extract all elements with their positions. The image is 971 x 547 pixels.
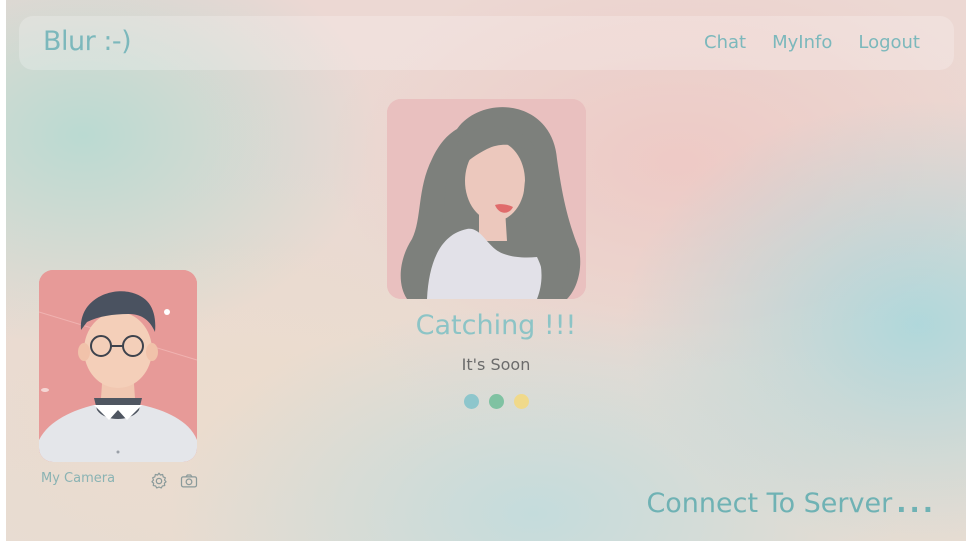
my-camera-label: My Camera <box>41 471 116 486</box>
nav-chat-link[interactable]: Chat <box>704 32 746 53</box>
match-status-title: Catching !!! <box>415 310 577 341</box>
gear-icon[interactable] <box>149 471 169 491</box>
match-status-subtitle: It's Soon <box>461 355 531 374</box>
camera-icon[interactable] <box>179 471 199 491</box>
nav-logout-link[interactable]: Logout <box>858 32 920 53</box>
connection-status-ellipsis: ... <box>896 488 936 519</box>
nav-links: Chat MyInfo Logout <box>704 32 920 53</box>
loading-dots <box>464 394 529 409</box>
loading-dot-3 <box>514 394 529 409</box>
my-camera-preview <box>39 270 197 462</box>
loading-dot-2 <box>489 394 504 409</box>
partner-avatar-illustration <box>387 99 586 299</box>
nav-myinfo-link[interactable]: MyInfo <box>772 32 832 53</box>
connection-status-text: Connect To Server <box>646 488 893 519</box>
brand-logo[interactable]: Blur :-) <box>43 26 132 57</box>
connection-status: Connect To Server... <box>646 488 936 519</box>
top-navbar: Blur :-) Chat MyInfo Logout <box>19 16 954 70</box>
app-background: Blur :-) Chat MyInfo Logout Catching !!!… <box>6 0 966 541</box>
my-avatar-illustration <box>39 270 197 462</box>
camera-controls <box>149 471 199 491</box>
partner-avatar-card <box>387 99 586 299</box>
loading-dot-1 <box>464 394 479 409</box>
